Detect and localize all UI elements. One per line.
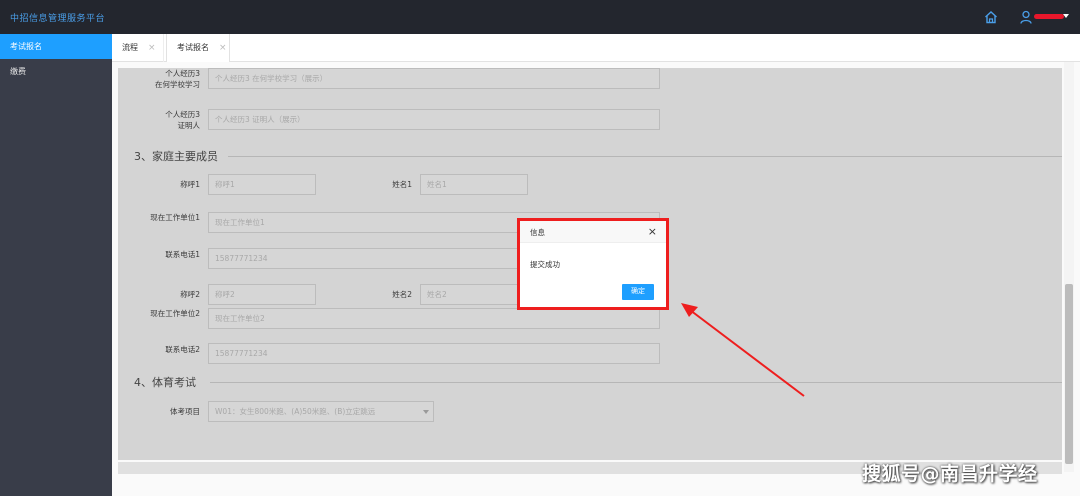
member1-title-label: 称呼1 xyxy=(180,180,200,189)
member2-name-input[interactable]: 姓名2 xyxy=(420,284,528,305)
tab-process[interactable]: 流程 × xyxy=(112,34,164,62)
resume3-witness-label: 个人经历3 证明人 xyxy=(165,110,200,130)
sidebar-item-exam-registration[interactable]: 考试报名 xyxy=(0,34,112,59)
close-icon[interactable]: × xyxy=(648,225,657,238)
member1-title-input[interactable]: 称呼1 xyxy=(208,174,316,195)
confirm-button[interactable]: 确定 xyxy=(622,284,654,300)
dialog-message: 提交成功 xyxy=(530,260,560,269)
member2-title-input[interactable]: 称呼2 xyxy=(208,284,316,305)
member2-title-label: 称呼2 xyxy=(180,290,200,299)
dialog-title: 信息 xyxy=(530,228,545,237)
resume3-school-input[interactable]: 个人经历3 在何学校学习（展示） xyxy=(208,68,660,89)
member2-work-label: 现在工作单位2 xyxy=(150,309,200,318)
member2-name-label: 姓名2 xyxy=(392,290,412,299)
member1-phone-label: 联系电话1 xyxy=(165,250,200,259)
info-dialog: 信息 × 提交成功 确定 xyxy=(520,221,666,307)
user-name-redacted[interactable] xyxy=(1034,14,1064,19)
tab-bar: 流程 × 考试报名 × xyxy=(112,34,1080,62)
section-divider xyxy=(210,382,1062,383)
tab-label: 流程 xyxy=(122,43,138,52)
watermark: 搜狐号@南昌升学经 xyxy=(862,463,1038,485)
dialog-header: 信息 × xyxy=(520,221,666,243)
member1-name-input[interactable]: 姓名1 xyxy=(420,174,528,195)
resume3-school-label: 个人经历3 在何学校学习 xyxy=(155,69,200,89)
close-icon[interactable]: × xyxy=(219,43,227,53)
section-title-pe: 4、体育考试 xyxy=(134,376,196,389)
annotation-arrow-icon xyxy=(681,303,805,397)
brand-title: 中招信息管理服务平台 xyxy=(10,14,106,24)
member2-phone-input[interactable]: 15877771234 xyxy=(208,343,660,364)
sidebar-item-payment[interactable]: 缴费 xyxy=(0,59,112,84)
scrollbar-thumb[interactable] xyxy=(1065,284,1073,464)
close-icon[interactable]: × xyxy=(148,43,156,53)
pe-item-select[interactable]: W01：女生800米跑、(A)50米跑、(B)立定跳远 xyxy=(208,401,434,422)
pe-item-label: 体考项目 xyxy=(170,407,200,416)
top-bar: 中招信息管理服务平台 xyxy=(0,0,1080,34)
chevron-down-icon[interactable] xyxy=(423,410,429,414)
home-icon[interactable] xyxy=(984,10,998,24)
chevron-down-icon[interactable] xyxy=(1063,14,1069,18)
section-divider xyxy=(228,156,1062,157)
resume3-witness-input[interactable]: 个人经历3 证明人（展示） xyxy=(208,109,660,130)
tab-label: 考试报名 xyxy=(177,43,209,52)
member1-name-label: 姓名1 xyxy=(392,180,412,189)
sidebar: 考试报名 缴费 xyxy=(0,34,112,496)
user-icon[interactable] xyxy=(1020,10,1032,24)
member1-work-label: 现在工作单位1 xyxy=(150,213,200,222)
member2-phone-label: 联系电话2 xyxy=(165,345,200,354)
section-title-family: 3、家庭主要成员 xyxy=(134,150,218,163)
tab-exam-registration[interactable]: 考试报名 × xyxy=(166,34,230,62)
member2-work-input[interactable]: 现在工作单位2 xyxy=(208,308,660,329)
